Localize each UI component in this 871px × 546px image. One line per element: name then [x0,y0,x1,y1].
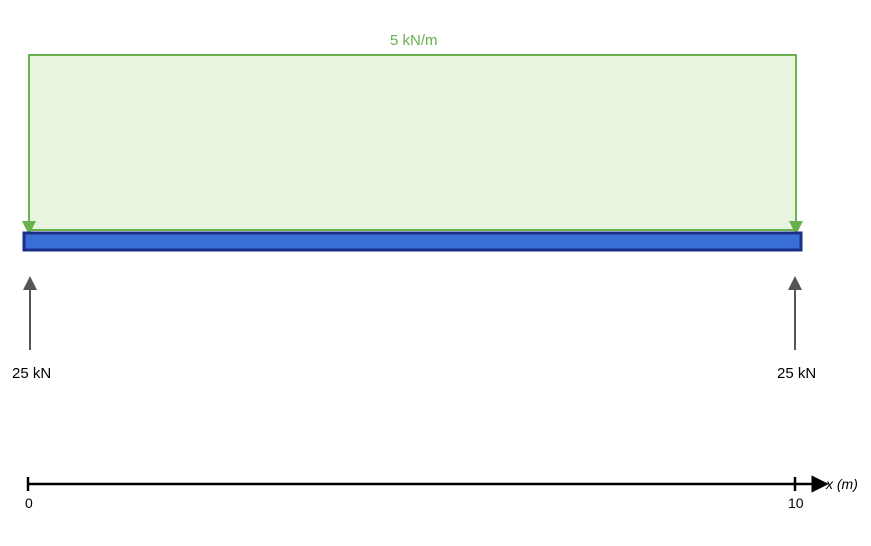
distributed-load-label: 5 kN/m [390,32,438,49]
reaction-left-label: 25 kN [12,365,51,382]
x-axis-label: x (m) [826,476,858,492]
distributed-load-region [29,55,796,230]
beam [24,233,801,250]
reaction-right-label: 25 kN [777,365,816,382]
axis-tick-label-0: 0 [25,495,33,511]
axis-tick-label-10: 10 [788,495,804,511]
diagram-svg [0,0,871,546]
beam-diagram-container: 5 kN/m 25 kN 25 kN x (m) 0 10 [0,0,871,546]
